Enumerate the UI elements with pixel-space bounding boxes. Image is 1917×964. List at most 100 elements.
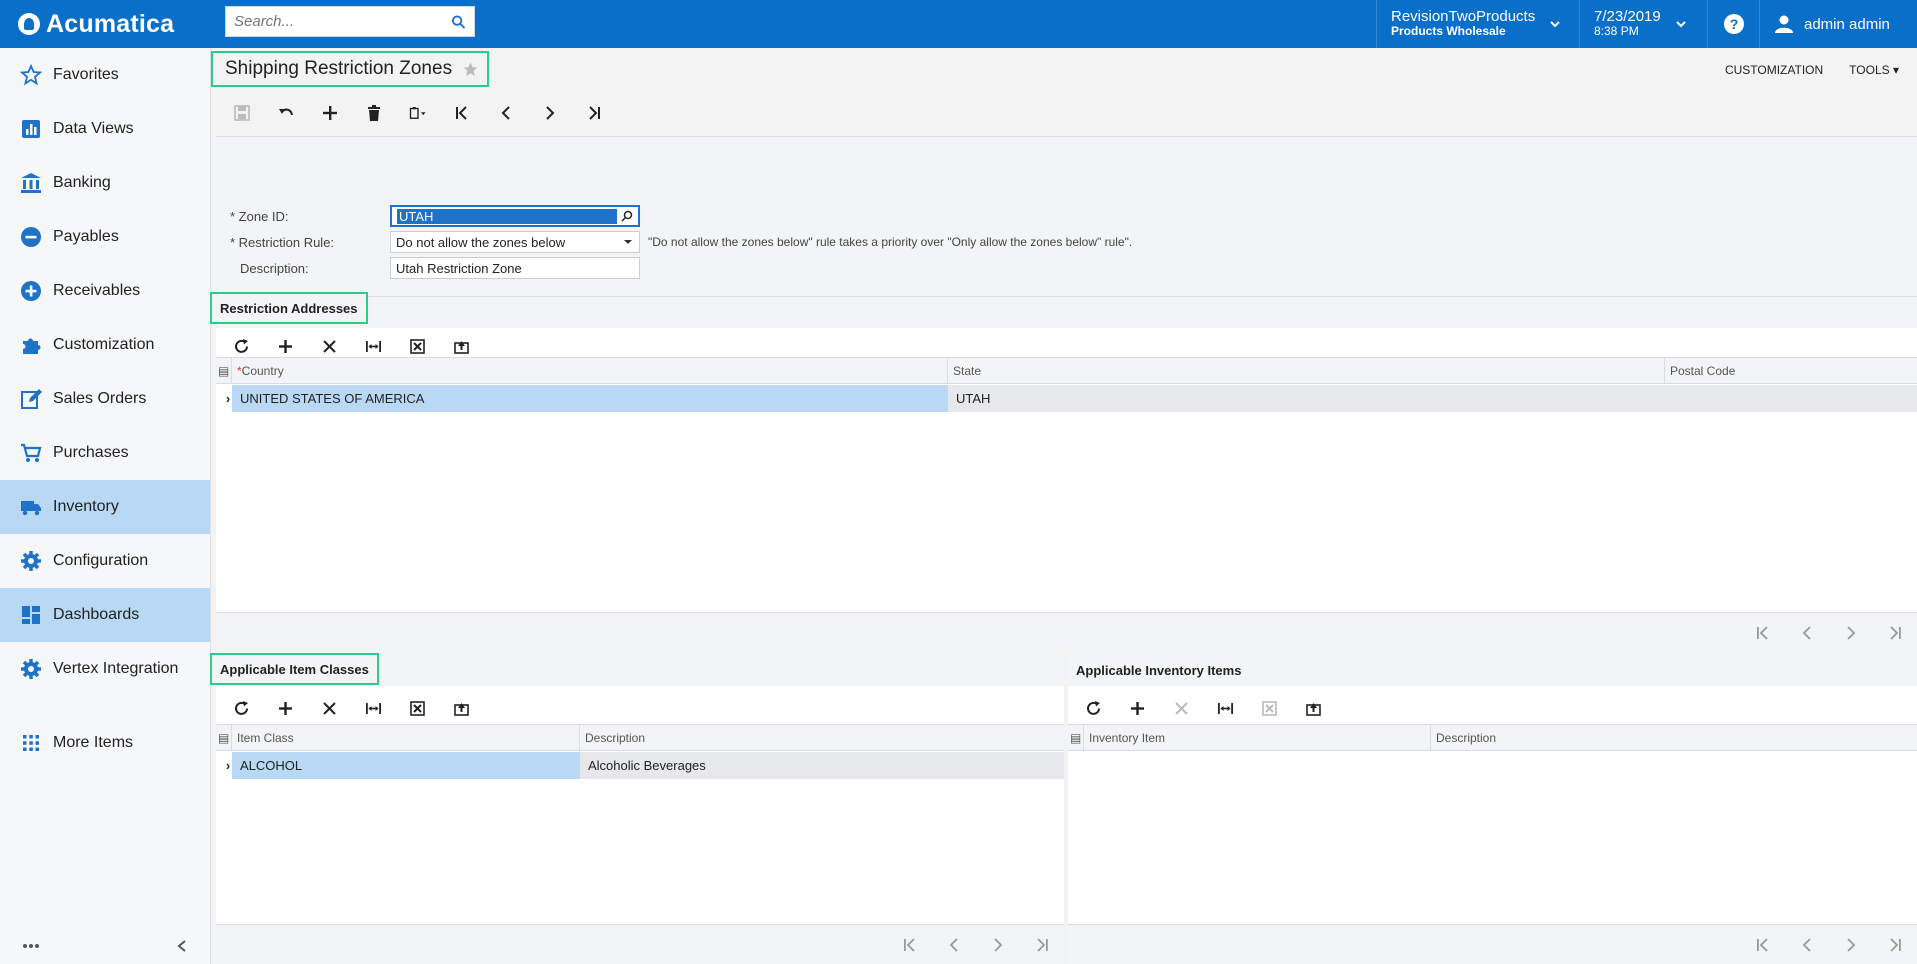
- chevron-right-icon: [994, 938, 1003, 952]
- delete-row-button[interactable]: [314, 696, 344, 720]
- refresh-button[interactable]: [226, 334, 256, 358]
- chevron-right-icon: [1847, 626, 1856, 640]
- lookup-icon[interactable]: [621, 210, 633, 222]
- sidebar-item-inventory[interactable]: Inventory: [0, 480, 210, 534]
- sidebar-item-more-items[interactable]: More Items: [0, 716, 210, 770]
- fit-columns-button[interactable]: [358, 696, 388, 720]
- column-config-icon[interactable]: ▤: [216, 358, 232, 383]
- pager-prev-button[interactable]: [1785, 625, 1829, 641]
- column-header-description[interactable]: Description: [580, 725, 1064, 750]
- restriction-rule-label: Restriction Rule:: [238, 234, 335, 250]
- table-row[interactable]: › UNITED STATES OF AMERICA UTAH: [216, 385, 1917, 412]
- sidebar-item-favorites[interactable]: Favorites: [0, 48, 210, 102]
- add-row-button[interactable]: [270, 334, 300, 358]
- first-record-button[interactable]: [447, 100, 477, 126]
- sidebar-item-data-views[interactable]: Data Views: [0, 102, 210, 156]
- column-header-postal-code[interactable]: Postal Code: [1665, 358, 1917, 383]
- chevron-left-icon: [501, 106, 510, 120]
- sidebar-item-receivables[interactable]: Receivables: [0, 264, 210, 318]
- description-field[interactable]: Utah Restriction Zone: [390, 257, 640, 279]
- add-button[interactable]: [315, 100, 345, 126]
- column-header-country: Country: [241, 363, 284, 378]
- delete-button[interactable]: [359, 100, 389, 126]
- sidebar-item-configuration[interactable]: Configuration: [0, 534, 210, 588]
- collapse-sidebar-icon[interactable]: [176, 939, 188, 953]
- user-menu[interactable]: admin admin: [1759, 0, 1917, 48]
- pager-first-button[interactable]: [1741, 937, 1785, 953]
- export-excel-button[interactable]: [402, 334, 432, 358]
- pager-first-button[interactable]: [888, 937, 932, 953]
- refresh-button[interactable]: [1078, 696, 1108, 720]
- sidebar-item-label: Favorites: [53, 66, 119, 83]
- column-header-item-class[interactable]: Item Class: [232, 725, 580, 750]
- date-switcher[interactable]: 7/23/2019 8:38 PM: [1579, 0, 1707, 48]
- add-row-button[interactable]: [1122, 696, 1152, 720]
- sidebar-item-sales-orders[interactable]: Sales Orders: [0, 372, 210, 426]
- sidebar-item-customization[interactable]: Customization: [0, 318, 210, 372]
- previous-record-button[interactable]: [491, 100, 521, 126]
- row-selector-icon[interactable]: ›: [216, 752, 232, 779]
- cell-description[interactable]: Alcoholic Beverages: [580, 752, 1064, 779]
- add-row-button[interactable]: [270, 696, 300, 720]
- delete-row-button[interactable]: [1166, 696, 1196, 720]
- cell-state[interactable]: UTAH: [948, 385, 1665, 412]
- cell-postal-code[interactable]: [1665, 385, 1917, 412]
- pager-next-button[interactable]: [1829, 625, 1873, 641]
- fit-width-icon: [365, 340, 381, 352]
- fit-columns-button[interactable]: [358, 334, 388, 358]
- cell-item-class[interactable]: ALCOHOL: [232, 752, 580, 779]
- upload-button[interactable]: [446, 696, 476, 720]
- pager-last-button[interactable]: [1873, 625, 1917, 641]
- sidebar-item-payables[interactable]: Payables: [0, 210, 210, 264]
- pager-next-button[interactable]: [976, 937, 1020, 953]
- row-selector-icon[interactable]: ›: [216, 385, 232, 412]
- delete-row-button[interactable]: [314, 334, 344, 358]
- close-icon: [1174, 701, 1188, 715]
- export-excel-button[interactable]: [402, 696, 432, 720]
- column-config-icon[interactable]: ▤: [1068, 725, 1084, 750]
- column-header-description[interactable]: Description: [1431, 725, 1917, 750]
- sidebar-item-purchases[interactable]: Purchases: [0, 426, 210, 480]
- cell-country[interactable]: UNITED STATES OF AMERICA: [232, 385, 948, 412]
- pager-last-button[interactable]: [1020, 937, 1064, 953]
- upload-icon: [453, 340, 469, 354]
- fit-columns-button[interactable]: [1210, 696, 1240, 720]
- refresh-icon: [234, 338, 248, 353]
- pager-last-button[interactable]: [1873, 937, 1917, 953]
- truck-icon: [21, 501, 41, 516]
- restriction-rule-select[interactable]: Do not allow the zones below: [390, 231, 640, 253]
- favorite-star-icon[interactable]: [462, 61, 479, 78]
- search-icon[interactable]: [451, 14, 466, 30]
- copy-paste-button[interactable]: [403, 100, 433, 126]
- pager-next-button[interactable]: [1829, 937, 1873, 953]
- user-icon: [1775, 15, 1793, 33]
- next-record-button[interactable]: [535, 100, 565, 126]
- sidebar-item-dashboards[interactable]: Dashboards: [0, 588, 210, 642]
- last-record-button[interactable]: [579, 100, 609, 126]
- export-excel-button[interactable]: [1254, 696, 1284, 720]
- pager-prev-button[interactable]: [932, 937, 976, 953]
- acumatica-logo-icon: [18, 13, 40, 35]
- column-header-state[interactable]: State: [948, 358, 1665, 383]
- zone-id-field[interactable]: UTAH: [390, 205, 640, 227]
- search-input[interactable]: [234, 13, 452, 30]
- pager-prev-button[interactable]: [1785, 937, 1829, 953]
- table-row[interactable]: › ALCOHOL Alcoholic Beverages: [216, 752, 1064, 779]
- sidebar-item-vertex-integration[interactable]: Vertex Integration: [0, 642, 210, 696]
- refresh-button[interactable]: [226, 696, 256, 720]
- logo[interactable]: Acumatica: [0, 0, 211, 48]
- tools-menu[interactable]: TOOLS ▾: [1849, 63, 1899, 77]
- column-header-inventory-item[interactable]: Inventory Item: [1084, 725, 1431, 750]
- save-button[interactable]: [227, 100, 257, 126]
- column-config-icon[interactable]: ▤: [216, 725, 232, 750]
- help-button[interactable]: ?: [1707, 0, 1759, 48]
- customization-link[interactable]: CUSTOMIZATION: [1725, 63, 1823, 77]
- undo-button[interactable]: [271, 100, 301, 126]
- search-box[interactable]: [225, 6, 475, 37]
- upload-button[interactable]: [446, 334, 476, 358]
- ellipsis-icon[interactable]: [22, 943, 40, 949]
- upload-button[interactable]: [1298, 696, 1328, 720]
- sidebar-item-banking[interactable]: Banking: [0, 156, 210, 210]
- company-switcher[interactable]: RevisionTwoProducts Products Wholesale: [1376, 0, 1579, 48]
- pager-first-button[interactable]: [1741, 625, 1785, 641]
